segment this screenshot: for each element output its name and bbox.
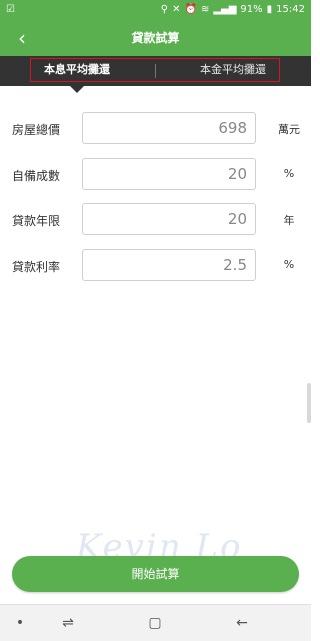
recent-apps-icon[interactable]: ⇌ (56, 613, 80, 633)
loan-term-unit: 年 (283, 214, 295, 227)
home-icon[interactable]: ▢ (143, 613, 167, 633)
loan-term-input[interactable]: 20 (82, 203, 256, 235)
tab-equal-principal[interactable]: 本金平均攤還 (200, 58, 266, 82)
interest-rate-unit: % (283, 258, 295, 271)
house-price-unit: 萬元 (278, 123, 300, 136)
battery-percentage: 91% (240, 4, 263, 15)
form-row-loan-term: 貸款年限 20 年 (0, 203, 311, 237)
down-payment-unit: % (283, 167, 295, 180)
location-icon: ⚲ (160, 4, 169, 15)
form-row-interest-rate: 貸款利率 2.5 % (0, 249, 311, 283)
sim-icon: ☑ (6, 4, 15, 15)
down-payment-label: 自備成數 (12, 169, 61, 183)
loan-term-label: 貸款年限 (12, 214, 61, 228)
start-calculation-button[interactable]: 開始試算 (12, 556, 299, 592)
alarm-icon: ⏰ (184, 4, 197, 15)
tab-divider (155, 64, 156, 78)
battery-icon: ▮ (266, 4, 273, 15)
house-price-label: 房屋總價 (12, 123, 61, 137)
signal-icon: ▂▄▆ (213, 4, 237, 15)
scroll-indicator[interactable] (307, 383, 311, 423)
interest-rate-label: 貸款利率 (12, 260, 61, 274)
down-payment-input[interactable]: 20 (82, 158, 256, 190)
navigation-bar: • ⇌ ▢ ← (0, 604, 311, 641)
form-row-house-price: 房屋總價 698 萬元 (0, 112, 311, 146)
app-bar: ‹ 貸款試算 (0, 20, 311, 56)
dot-icon[interactable]: • (8, 613, 32, 633)
status-bar: ☑ ⚲ ✕ ⏰ ≋ ▂▄▆ 91% ▮ 15:42 (0, 0, 311, 20)
form-row-down-payment: 自備成數 20 % (0, 158, 311, 192)
mute-icon: ✕ (172, 4, 181, 15)
back-icon[interactable]: ← (230, 613, 254, 633)
status-icons: ⚲ ✕ ⏰ ≋ ▂▄▆ 91% ▮ 15:42 (161, 4, 305, 15)
wifi-icon: ≋ (200, 4, 210, 15)
tab-bar: 本息平均攤還 本金平均攤還 (0, 56, 311, 86)
interest-rate-input[interactable]: 2.5 (82, 249, 256, 281)
tab-equal-payment[interactable]: 本息平均攤還 (44, 58, 110, 82)
house-price-input[interactable]: 698 (82, 112, 256, 144)
page-title: 貸款試算 (131, 31, 180, 45)
active-tab-pointer (70, 86, 84, 93)
status-time: 15:42 (276, 4, 305, 15)
